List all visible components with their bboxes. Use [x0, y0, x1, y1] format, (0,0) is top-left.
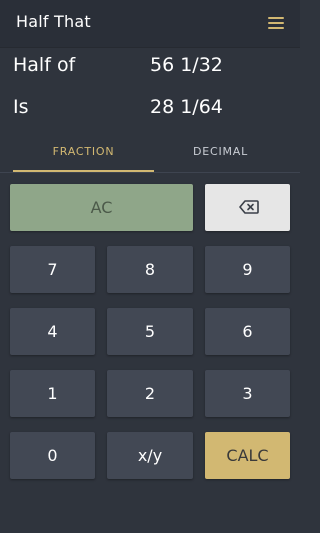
app-bar: Half That	[0, 0, 300, 48]
key-8-label: 8	[144, 260, 156, 279]
fraction-key[interactable]: x/y	[107, 432, 193, 479]
half-of-value: 56 1/32	[150, 54, 223, 76]
ac-label: AC	[90, 198, 113, 217]
key-8[interactable]: 8	[107, 246, 193, 293]
key-1-label: 1	[47, 384, 58, 403]
key-4-label: 4	[47, 322, 58, 341]
backspace-icon	[239, 200, 259, 214]
key-1[interactable]: 1	[10, 370, 95, 417]
key-2[interactable]: 2	[107, 370, 193, 417]
key-2-label: 2	[144, 384, 156, 403]
is-row: Is 28 1/64	[0, 96, 300, 126]
hamburger-menu-icon[interactable]	[268, 17, 284, 29]
is-label: Is	[13, 96, 29, 118]
menu-line	[268, 22, 284, 24]
calc-label: CALC	[226, 446, 269, 465]
ac-button[interactable]: AC	[10, 184, 193, 231]
key-3-label: 3	[242, 384, 253, 403]
key-9[interactable]: 9	[205, 246, 290, 293]
tab-fraction[interactable]: FRACTION	[13, 134, 154, 172]
key-6[interactable]: 6	[205, 308, 290, 355]
calc-button[interactable]: CALC	[205, 432, 290, 479]
key-5[interactable]: 5	[107, 308, 193, 355]
mode-tabs: FRACTION DECIMAL	[0, 134, 300, 173]
key-0-label: 0	[47, 446, 58, 465]
key-0[interactable]: 0	[10, 432, 95, 479]
key-3[interactable]: 3	[205, 370, 290, 417]
key-6-label: 6	[242, 322, 253, 341]
tab-decimal[interactable]: DECIMAL	[154, 134, 287, 172]
menu-line	[268, 27, 284, 29]
is-value: 28 1/64	[150, 96, 223, 118]
app-title: Half That	[16, 12, 91, 31]
half-of-row: Half of 56 1/32	[0, 54, 300, 84]
key-7-label: 7	[47, 260, 58, 279]
menu-line	[268, 17, 284, 19]
key-4[interactable]: 4	[10, 308, 95, 355]
fraction-key-label: x/y	[137, 446, 163, 465]
key-5-label: 5	[144, 322, 156, 341]
key-7[interactable]: 7	[10, 246, 95, 293]
key-9-label: 9	[242, 260, 253, 279]
half-of-label: Half of	[13, 54, 76, 76]
backspace-button[interactable]	[205, 184, 290, 231]
